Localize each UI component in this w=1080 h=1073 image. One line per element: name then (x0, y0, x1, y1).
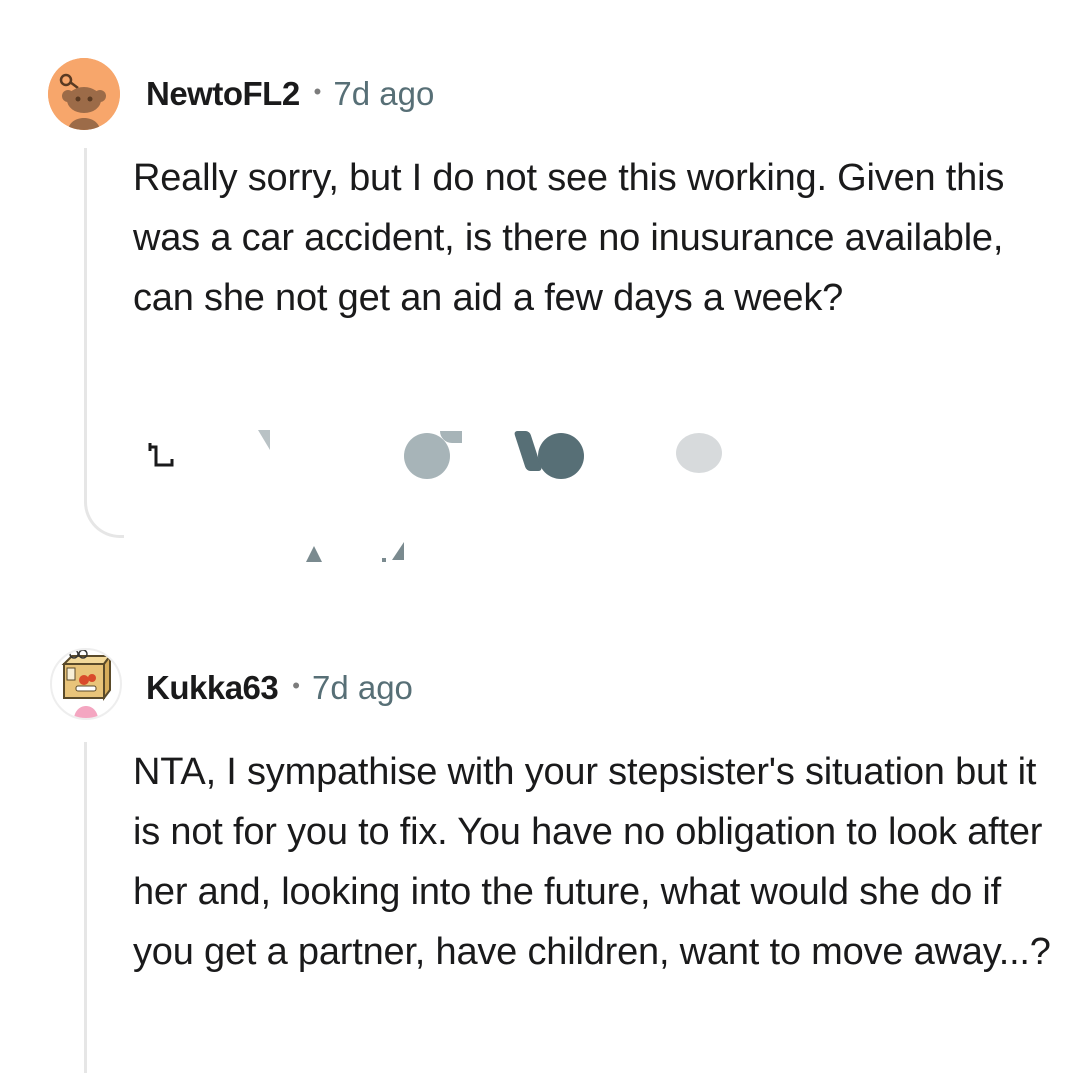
downvote-icon[interactable] (538, 433, 584, 479)
artifact-mark (382, 558, 386, 562)
thread-line[interactable] (84, 742, 87, 1073)
robot-avatar-icon (61, 650, 117, 718)
comment-meta: Kukka63 • 7d ago (146, 668, 413, 708)
snoo-avatar-icon (48, 58, 120, 130)
username[interactable]: Kukka63 (146, 669, 279, 707)
reply-arrow-icon[interactable] (144, 439, 184, 471)
artifact-mark (306, 546, 322, 562)
username[interactable]: NewtoFL2 (146, 75, 300, 113)
timestamp: 7d ago (311, 669, 413, 706)
avatar[interactable] (48, 58, 120, 130)
thread-line[interactable] (84, 148, 124, 538)
separator-dot: • (292, 673, 300, 698)
comment-body: NTA, I sympathise with your stepsister's… (133, 751, 1051, 973)
comment-body: Really sorry, but I do not see this work… (133, 157, 1005, 319)
separator-dot: • (313, 79, 322, 104)
timestamp: 7d ago (333, 75, 435, 112)
artifact-mark (392, 542, 404, 560)
avatar[interactable] (50, 648, 122, 720)
comment-meta: NewtoFL2 • 7d ago (146, 74, 434, 114)
comment-actions (140, 425, 740, 485)
more-options-icon[interactable] (676, 433, 722, 473)
